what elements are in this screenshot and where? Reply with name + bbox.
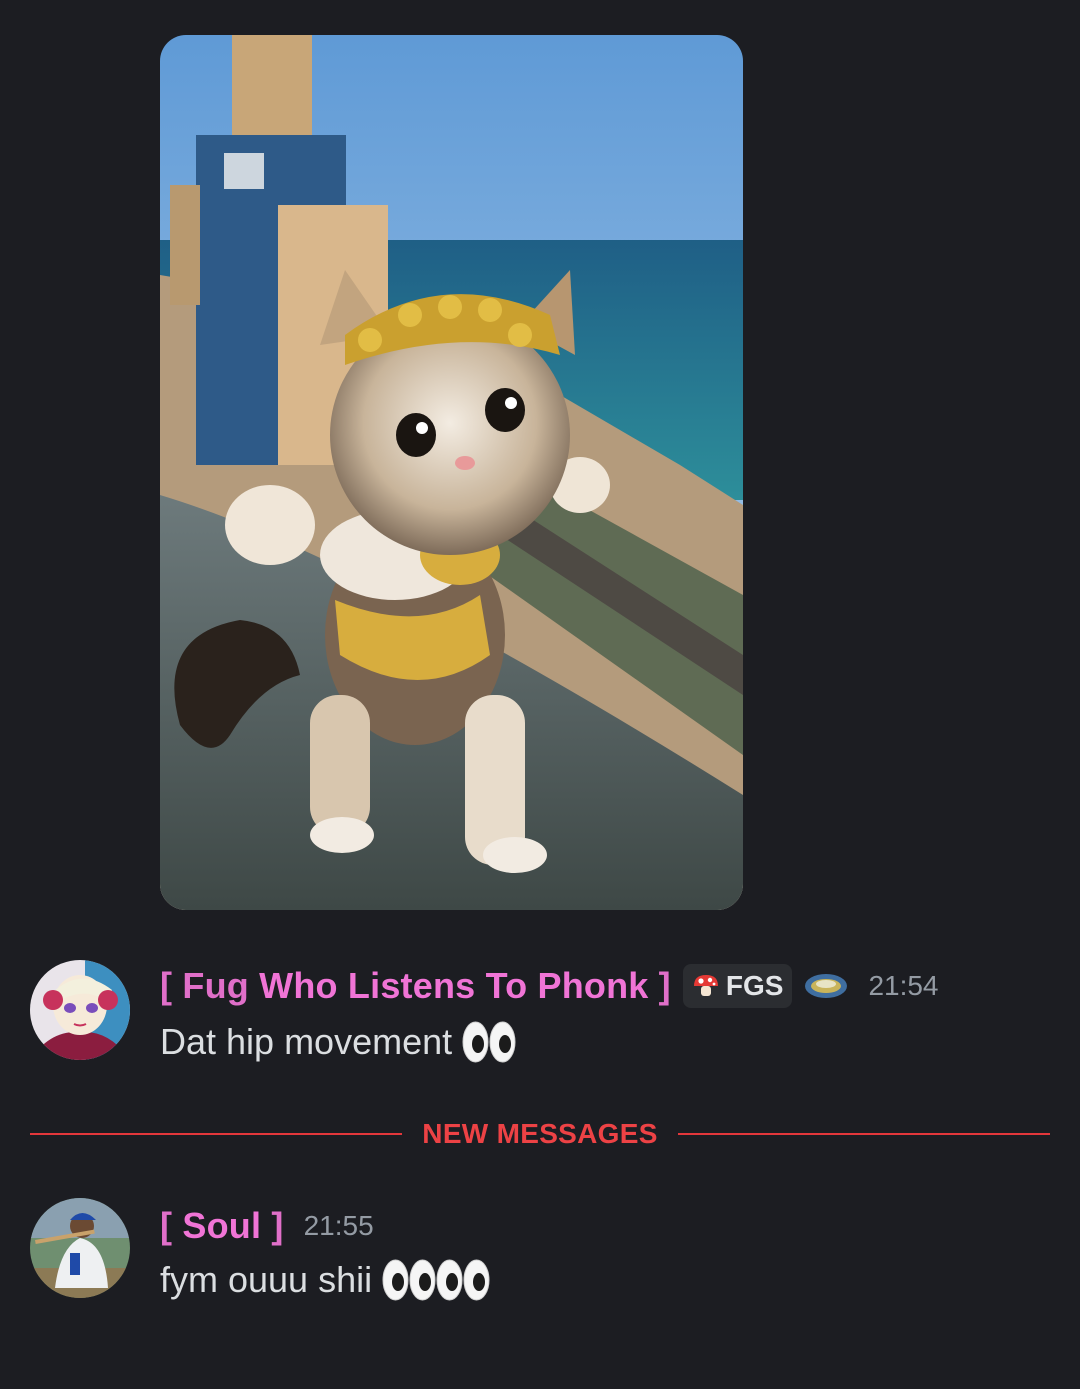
eyes-emoji <box>436 1258 490 1302</box>
timestamp: 21:55 <box>303 1210 374 1241</box>
eye-left-icon <box>382 1259 409 1301</box>
eye-left-icon <box>462 1021 489 1063</box>
eyes-emoji <box>382 1258 436 1302</box>
eyes-emoji <box>462 1020 516 1064</box>
message-content: Dat hip movement <box>160 1018 516 1066</box>
guild-badge-icon[interactable] <box>804 971 848 1001</box>
guild-tag-label: FGS <box>725 970 784 1001</box>
kitten-dancing-image <box>160 35 743 910</box>
new-messages-divider: NEW MESSAGES <box>30 1114 1051 1154</box>
divider-line-left <box>30 1133 403 1135</box>
eye-left-icon <box>436 1259 463 1301</box>
divider-line-right <box>677 1133 1051 1135</box>
username[interactable]: [ Soul ] <box>160 1205 284 1247</box>
image-attachment[interactable] <box>160 35 743 910</box>
mushroom-icon <box>693 975 718 996</box>
timestamp: 21:54 <box>868 970 939 1001</box>
eye-right-icon <box>463 1259 490 1301</box>
eye-right-icon <box>489 1021 516 1063</box>
username[interactable]: [ Fug Who Listens To Phonk ] <box>160 965 671 1007</box>
eye-right-icon <box>409 1259 436 1301</box>
message-text: Dat hip movement <box>160 1021 453 1062</box>
guild-tag[interactable]: FGS <box>682 964 793 1008</box>
baseball-player-avatar <box>30 1198 130 1298</box>
message-text: fym ouuu shii <box>160 1259 373 1300</box>
user-avatar[interactable] <box>30 1198 130 1298</box>
message-content: fym ouuu shii <box>160 1256 490 1304</box>
new-messages-label: NEW MESSAGES <box>422 1118 658 1149</box>
chat-view: [ Fug Who Listens To Phonk ] FGS 21:54 D… <box>0 0 1080 1389</box>
anime-avatar <box>30 960 130 1060</box>
user-avatar[interactable] <box>30 960 130 1060</box>
